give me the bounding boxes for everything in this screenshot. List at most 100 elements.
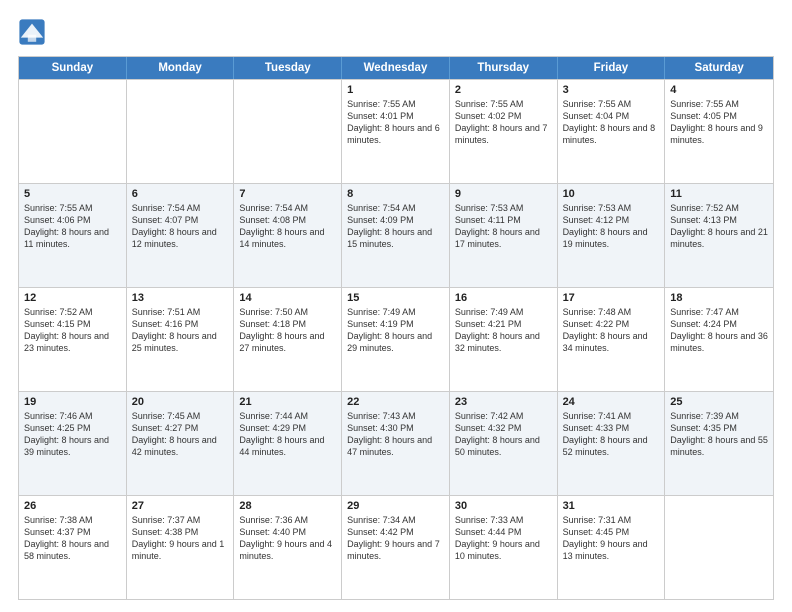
cell-info: Sunrise: 7:37 AM Sunset: 4:38 PM Dayligh…	[132, 514, 229, 563]
day-cell-17: 17Sunrise: 7:48 AM Sunset: 4:22 PM Dayli…	[558, 288, 666, 391]
cell-info: Sunrise: 7:46 AM Sunset: 4:25 PM Dayligh…	[24, 410, 121, 459]
cell-day-number: 28	[239, 500, 336, 512]
cell-info: Sunrise: 7:53 AM Sunset: 4:11 PM Dayligh…	[455, 202, 552, 251]
day-cell-7: 7 Sunrise: 7:54 AM Sunset: 4:08 PM Daylig…	[234, 184, 342, 287]
day-cell-15: 15 Sunrise: 7:49 AM Sunset: 4:19 PM Dayli…	[342, 288, 450, 391]
cell-day-number: 24	[563, 396, 660, 408]
day-cell-21: 21 Sunrise: 7:44 AM Sunset: 4:29 PM Dayli…	[234, 392, 342, 495]
day-cell-26: 26 Sunrise: 7:38 AM Sunset: 4:37 PM Dayli…	[19, 496, 127, 599]
cell-info: Sunrise: 7:41 AM Sunset: 4:33 PM Dayligh…	[563, 410, 660, 459]
header-cell-wednesday: Wednesday	[342, 57, 450, 79]
cell-day-number: 22	[347, 396, 444, 408]
cell-info: Sunrise: 7:55 AM Sunset: 4:02 PM Dayligh…	[455, 98, 552, 147]
calendar-week-4: 19 Sunrise: 7:46 AM Sunset: 4:25 PM Dayli…	[19, 391, 773, 495]
cell-day-number: 25	[670, 396, 768, 408]
header	[18, 18, 774, 46]
day-cell-28: 28 Sunrise: 7:36 AM Sunset: 4:40 PM Dayli…	[234, 496, 342, 599]
calendar: SundayMondayTuesdayWednesdayThursdayFrid…	[18, 56, 774, 600]
day-cell-8: 8 Sunrise: 7:54 AM Sunset: 4:09 PM Daylig…	[342, 184, 450, 287]
day-cell-25: 25 Sunrise: 7:39 AM Sunset: 4:35 PM Dayli…	[665, 392, 773, 495]
day-cell-12: 12 Sunrise: 7:52 AM Sunset: 4:15 PM Dayli…	[19, 288, 127, 391]
cell-info: Sunrise: 7:34 AM Sunset: 4:42 PM Dayligh…	[347, 514, 444, 563]
logo	[18, 18, 50, 46]
cell-info: Sunrise: 7:43 AM Sunset: 4:30 PM Dayligh…	[347, 410, 444, 459]
cell-info: Sunrise: 7:54 AM Sunset: 4:09 PM Dayligh…	[347, 202, 444, 251]
day-cell-11: 11Sunrise: 7:52 AM Sunset: 4:13 PM Dayli…	[665, 184, 773, 287]
cell-info: Sunrise: 7:54 AM Sunset: 4:08 PM Dayligh…	[239, 202, 336, 251]
cell-day-number: 7	[239, 188, 336, 200]
cell-day-number: 15	[347, 292, 444, 304]
cell-day-number: 5	[24, 188, 121, 200]
cell-info: Sunrise: 7:55 AM Sunset: 4:06 PM Dayligh…	[24, 202, 121, 251]
day-cell-20: 20 Sunrise: 7:45 AM Sunset: 4:27 PM Dayli…	[127, 392, 235, 495]
calendar-week-1: 1 Sunrise: 7:55 AM Sunset: 4:01 PM Daylig…	[19, 79, 773, 183]
cell-day-number: 13	[132, 292, 229, 304]
calendar-body: 1 Sunrise: 7:55 AM Sunset: 4:01 PM Daylig…	[19, 79, 773, 599]
page: SundayMondayTuesdayWednesdayThursdayFrid…	[0, 0, 792, 612]
cell-info: Sunrise: 7:50 AM Sunset: 4:18 PM Dayligh…	[239, 306, 336, 355]
day-cell-24: 24 Sunrise: 7:41 AM Sunset: 4:33 PM Dayli…	[558, 392, 666, 495]
day-cell-27: 27 Sunrise: 7:37 AM Sunset: 4:38 PM Dayli…	[127, 496, 235, 599]
cell-info: Sunrise: 7:54 AM Sunset: 4:07 PM Dayligh…	[132, 202, 229, 251]
cell-info: Sunrise: 7:49 AM Sunset: 4:21 PM Dayligh…	[455, 306, 552, 355]
cell-day-number: 12	[24, 292, 121, 304]
empty-cell	[127, 80, 235, 183]
cell-day-number: 27	[132, 500, 229, 512]
empty-cell	[234, 80, 342, 183]
cell-day-number: 18	[670, 292, 768, 304]
cell-day-number: 10	[563, 188, 660, 200]
header-cell-sunday: Sunday	[19, 57, 127, 79]
day-cell-18: 18Sunrise: 7:47 AM Sunset: 4:24 PM Dayli…	[665, 288, 773, 391]
calendar-week-2: 5 Sunrise: 7:55 AM Sunset: 4:06 PM Daylig…	[19, 183, 773, 287]
day-cell-19: 19 Sunrise: 7:46 AM Sunset: 4:25 PM Dayli…	[19, 392, 127, 495]
cell-info: Sunrise: 7:45 AM Sunset: 4:27 PM Dayligh…	[132, 410, 229, 459]
cell-day-number: 16	[455, 292, 552, 304]
cell-day-number: 26	[24, 500, 121, 512]
day-cell-3: 3Sunrise: 7:55 AM Sunset: 4:04 PM Daylig…	[558, 80, 666, 183]
cell-day-number: 31	[563, 500, 660, 512]
logo-icon	[18, 18, 46, 46]
cell-day-number: 2	[455, 84, 552, 96]
empty-cell	[19, 80, 127, 183]
cell-day-number: 20	[132, 396, 229, 408]
cell-info: Sunrise: 7:42 AM Sunset: 4:32 PM Dayligh…	[455, 410, 552, 459]
cell-day-number: 23	[455, 396, 552, 408]
calendar-week-3: 12 Sunrise: 7:52 AM Sunset: 4:15 PM Dayli…	[19, 287, 773, 391]
day-cell-29: 29 Sunrise: 7:34 AM Sunset: 4:42 PM Dayli…	[342, 496, 450, 599]
cell-info: Sunrise: 7:38 AM Sunset: 4:37 PM Dayligh…	[24, 514, 121, 563]
cell-day-number: 6	[132, 188, 229, 200]
cell-info: Sunrise: 7:49 AM Sunset: 4:19 PM Dayligh…	[347, 306, 444, 355]
empty-cell	[665, 496, 773, 599]
day-cell-13: 13Sunrise: 7:51 AM Sunset: 4:16 PM Dayli…	[127, 288, 235, 391]
cell-day-number: 8	[347, 188, 444, 200]
cell-day-number: 30	[455, 500, 552, 512]
cell-info: Sunrise: 7:31 AM Sunset: 4:45 PM Dayligh…	[563, 514, 660, 563]
day-cell-6: 6 Sunrise: 7:54 AM Sunset: 4:07 PM Daylig…	[127, 184, 235, 287]
day-cell-4: 4Sunrise: 7:55 AM Sunset: 4:05 PM Daylig…	[665, 80, 773, 183]
cell-info: Sunrise: 7:39 AM Sunset: 4:35 PM Dayligh…	[670, 410, 768, 459]
day-cell-31: 31 Sunrise: 7:31 AM Sunset: 4:45 PM Dayli…	[558, 496, 666, 599]
header-cell-saturday: Saturday	[665, 57, 773, 79]
day-cell-10: 10 Sunrise: 7:53 AM Sunset: 4:12 PM Dayli…	[558, 184, 666, 287]
day-cell-23: 23 Sunrise: 7:42 AM Sunset: 4:32 PM Dayli…	[450, 392, 558, 495]
cell-info: Sunrise: 7:33 AM Sunset: 4:44 PM Dayligh…	[455, 514, 552, 563]
header-cell-thursday: Thursday	[450, 57, 558, 79]
cell-day-number: 11	[670, 188, 768, 200]
header-cell-monday: Monday	[127, 57, 235, 79]
cell-day-number: 29	[347, 500, 444, 512]
day-cell-16: 16 Sunrise: 7:49 AM Sunset: 4:21 PM Dayli…	[450, 288, 558, 391]
day-cell-22: 22 Sunrise: 7:43 AM Sunset: 4:30 PM Dayli…	[342, 392, 450, 495]
cell-info: Sunrise: 7:36 AM Sunset: 4:40 PM Dayligh…	[239, 514, 336, 563]
cell-info: Sunrise: 7:55 AM Sunset: 4:04 PM Dayligh…	[563, 98, 660, 147]
day-cell-30: 30 Sunrise: 7:33 AM Sunset: 4:44 PM Dayli…	[450, 496, 558, 599]
cell-info: Sunrise: 7:55 AM Sunset: 4:01 PM Dayligh…	[347, 98, 444, 147]
cell-day-number: 1	[347, 84, 444, 96]
cell-day-number: 19	[24, 396, 121, 408]
cell-info: Sunrise: 7:44 AM Sunset: 4:29 PM Dayligh…	[239, 410, 336, 459]
header-cell-friday: Friday	[558, 57, 666, 79]
day-cell-1: 1 Sunrise: 7:55 AM Sunset: 4:01 PM Daylig…	[342, 80, 450, 183]
cell-day-number: 21	[239, 396, 336, 408]
cell-info: Sunrise: 7:53 AM Sunset: 4:12 PM Dayligh…	[563, 202, 660, 251]
cell-info: Sunrise: 7:52 AM Sunset: 4:15 PM Dayligh…	[24, 306, 121, 355]
cell-day-number: 9	[455, 188, 552, 200]
